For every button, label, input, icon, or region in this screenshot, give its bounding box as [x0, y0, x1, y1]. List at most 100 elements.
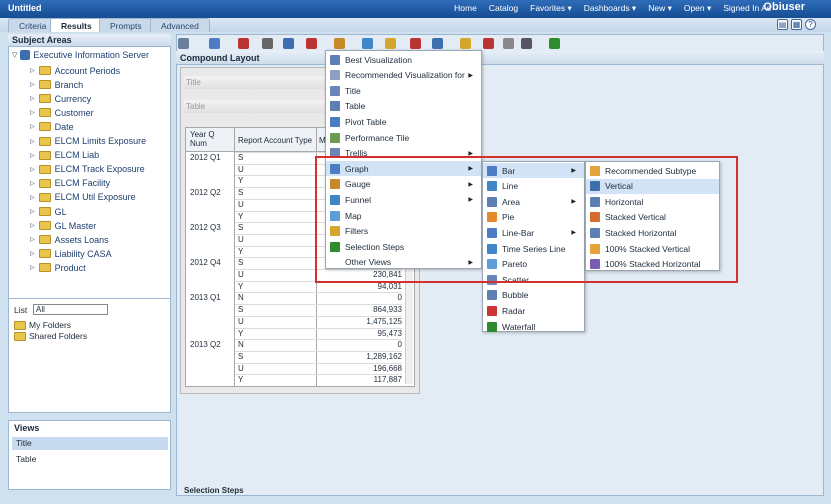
expand-icon[interactable]: ▷: [30, 194, 35, 201]
subject-area-item[interactable]: ▷ ELCM Liab: [30, 149, 99, 162]
subject-area-item[interactable]: ▷ Account Periods: [30, 64, 120, 77]
folder-icon: [38, 263, 51, 273]
tab-advanced[interactable]: Advanced: [150, 18, 210, 32]
toolbar-button-icon[interactable]: [178, 38, 189, 49]
view-item-table[interactable]: Table: [16, 454, 36, 464]
table-cell: U: [238, 199, 244, 209]
toolbar-button-icon[interactable]: [362, 38, 373, 49]
toolbar-button-icon[interactable]: [521, 38, 532, 49]
table-cell: 95,473: [377, 328, 402, 338]
save-icon[interactable]: ▤: [777, 19, 788, 30]
selection-steps-bar[interactable]: Selection Steps: [176, 486, 824, 496]
tree-root[interactable]: ▽ Executive Information Server: [12, 50, 149, 60]
expand-icon[interactable]: ▷: [30, 81, 35, 88]
subject-area-item[interactable]: ▷ GL: [30, 205, 67, 218]
menu1-item[interactable]: Title: [326, 83, 481, 98]
shared-folders[interactable]: Shared Folders: [14, 331, 87, 341]
table-cell: 117,887: [373, 375, 402, 385]
nav-catalog[interactable]: Catalog: [489, 3, 518, 14]
subject-area-item[interactable]: ▷ Product: [30, 261, 86, 274]
subject-area-item[interactable]: ▷ Branch: [30, 78, 83, 91]
subject-area-item[interactable]: ▷ ELCM Track Exposure: [30, 163, 145, 176]
expand-icon[interactable]: ▷: [30, 222, 35, 229]
toolbar-button-icon[interactable]: [460, 38, 471, 49]
folder-icon: [38, 108, 51, 118]
toolbar-button-icon[interactable]: [283, 38, 294, 49]
menu1-item[interactable]: Pivot Table: [326, 114, 481, 129]
menu1-item[interactable]: Best Visualization: [326, 52, 481, 67]
expand-icon[interactable]: ▷: [30, 152, 35, 159]
menu-item-label: Performance Tile: [345, 132, 410, 143]
table-cell: 0: [397, 293, 402, 303]
nav-dashboards[interactable]: Dashboards ▾: [584, 3, 636, 14]
expand-icon[interactable]: ▷: [30, 236, 35, 243]
expand-icon[interactable]: ▷: [30, 208, 35, 215]
list-select[interactable]: All: [33, 304, 108, 315]
subject-area-label: Customer: [54, 107, 94, 118]
menu-item-label: Recommended Visualization for: [345, 70, 465, 81]
expand-icon[interactable]: ▷: [30, 109, 35, 116]
toolbar-button-icon[interactable]: [549, 38, 560, 49]
list-label: List: [14, 305, 28, 315]
expand-icon[interactable]: ▷: [30, 250, 35, 257]
my-folders[interactable]: My Folders: [14, 320, 71, 330]
menu-item-icon: [330, 132, 340, 143]
view-item-title[interactable]: Title: [16, 438, 32, 448]
toolbar-button-icon[interactable]: [483, 38, 494, 49]
top-nav: Home Catalog Favorites ▾ Dashboards ▾ Ne…: [454, 3, 771, 14]
expand-icon[interactable]: ▷: [30, 264, 35, 271]
menu-item-icon: [330, 116, 340, 127]
nav-home[interactable]: Home: [454, 3, 477, 14]
tab-prompts[interactable]: Prompts: [99, 18, 153, 32]
help-icon[interactable]: ?: [805, 19, 816, 30]
toolbar-button-icon[interactable]: [334, 38, 345, 49]
header-year: Year Q Num: [190, 130, 215, 148]
toolbar-button-icon[interactable]: [503, 38, 514, 49]
expand-icon[interactable]: ▷: [30, 138, 35, 145]
expand-icon[interactable]: ▷: [30, 123, 35, 130]
toolbar-button-icon[interactable]: [410, 38, 421, 49]
expand-icon[interactable]: ▷: [30, 95, 35, 102]
print-icon[interactable]: ▦: [791, 19, 802, 30]
submenu-arrow-icon: ▶: [468, 72, 473, 79]
table-cell: 2012 Q2: [190, 188, 221, 198]
tab-results[interactable]: Results: [50, 18, 103, 32]
toolbar-button-icon[interactable]: [385, 38, 396, 49]
table-cell: 864,933: [373, 305, 402, 315]
table-cell: Y: [238, 281, 244, 291]
toolbar-button-icon[interactable]: [432, 38, 443, 49]
collapse-icon[interactable]: ▽: [12, 51, 17, 59]
expand-icon[interactable]: ▷: [30, 166, 35, 173]
menu1-item[interactable]: Performance Tile: [326, 130, 481, 145]
subject-area-item[interactable]: ▷ Liability CASA: [30, 247, 112, 260]
menu-item-icon: [330, 70, 340, 81]
menu1-item[interactable]: Table: [326, 99, 481, 114]
nav-open[interactable]: Open ▾: [684, 3, 711, 14]
expand-icon[interactable]: ▷: [30, 180, 35, 187]
subject-area-item[interactable]: ▷ Currency: [30, 92, 91, 105]
subject-area-item[interactable]: ▷ ELCM Util Exposure: [30, 191, 136, 204]
subject-area-item[interactable]: ▷ ELCM Facility: [30, 177, 110, 190]
subject-area-item[interactable]: ▷ Date: [30, 120, 74, 133]
subject-area-label: Assets Loans: [54, 234, 109, 245]
subject-area-label: Currency: [54, 93, 92, 104]
nav-favorites[interactable]: Favorites ▾: [530, 3, 572, 14]
user-name[interactable]: Obiuser: [763, 1, 805, 13]
table-cell: 2012 Q3: [190, 223, 221, 233]
menu2-item[interactable]: Radar: [483, 303, 584, 318]
toolbar-button-icon[interactable]: [262, 38, 273, 49]
nav-new[interactable]: New ▾: [648, 3, 672, 14]
table-cell: Y: [238, 246, 244, 256]
toolbar-button-icon[interactable]: [238, 38, 249, 49]
menu2-item[interactable]: Bubble: [483, 288, 584, 303]
menu1-item[interactable]: Recommended Visualization for ▶: [326, 68, 481, 83]
folder-icon: [38, 207, 51, 216]
expand-icon[interactable]: ▷: [30, 67, 35, 74]
menu2-item[interactable]: Waterfall: [483, 319, 584, 334]
subject-area-item[interactable]: ▷ Customer: [30, 106, 94, 119]
subject-area-item[interactable]: ▷ ELCM Limits Exposure: [30, 135, 146, 148]
toolbar-button-icon[interactable]: [306, 38, 317, 49]
subject-area-item[interactable]: ▷ Assets Loans: [30, 233, 109, 246]
subject-area-item[interactable]: ▷ GL Master: [30, 219, 96, 232]
toolbar-button-icon[interactable]: [209, 38, 220, 49]
